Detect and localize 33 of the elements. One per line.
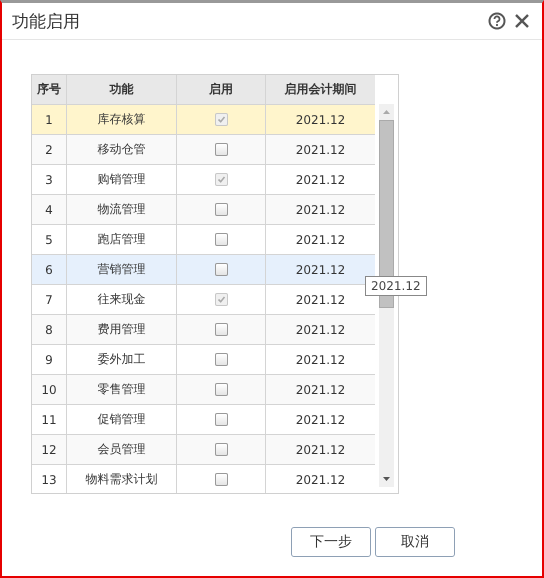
- table-row[interactable]: 4 物流管理 2021.12: [32, 195, 376, 225]
- checkbox[interactable]: [214, 323, 228, 336]
- table-row[interactable]: 5 跑店管理 2021.12: [32, 225, 376, 255]
- table-row[interactable]: 11 促销管理 2021.12: [32, 405, 376, 435]
- table-cell: 13: [32, 465, 67, 493]
- table-row[interactable]: 10 零售管理 2021.12: [32, 375, 376, 405]
- checkmark-icon: [216, 295, 226, 304]
- checkbox[interactable]: [214, 143, 228, 156]
- checkbox[interactable]: [214, 353, 228, 366]
- window-title: 功能启用: [12, 10, 81, 32]
- table-row[interactable]: 9 委外加工 2021.12: [32, 345, 376, 375]
- table-row[interactable]: 8 费用管理 2021.12: [32, 315, 376, 345]
- checkbox[interactable]: [214, 473, 228, 486]
- next-button[interactable]: 下一步: [291, 527, 371, 557]
- table-cell: 物料需求计划: [67, 465, 177, 493]
- help-button[interactable]: [488, 12, 506, 30]
- checkmark-icon: [216, 115, 226, 124]
- scroll-up-icon[interactable]: [383, 110, 390, 114]
- checkmark-icon: [216, 175, 226, 184]
- checkbox[interactable]: [214, 443, 228, 456]
- checkbox[interactable]: [214, 413, 228, 426]
- scroll-down-icon[interactable]: [383, 477, 390, 481]
- help-icon: [488, 12, 506, 30]
- tooltip: 2021.12: [365, 276, 427, 296]
- checkbox[interactable]: [214, 383, 228, 396]
- checkbox[interactable]: [214, 263, 228, 276]
- close-button[interactable]: [514, 13, 530, 29]
- checkbox[interactable]: [214, 233, 228, 246]
- close-icon: [514, 13, 530, 29]
- checkbox[interactable]: [214, 203, 228, 216]
- cancel-button[interactable]: 取消: [375, 527, 455, 557]
- table-row[interactable]: 12 会员管理 2021.12: [32, 435, 376, 465]
- table-row[interactable]: 2 移动仓管 2021.12: [32, 135, 376, 165]
